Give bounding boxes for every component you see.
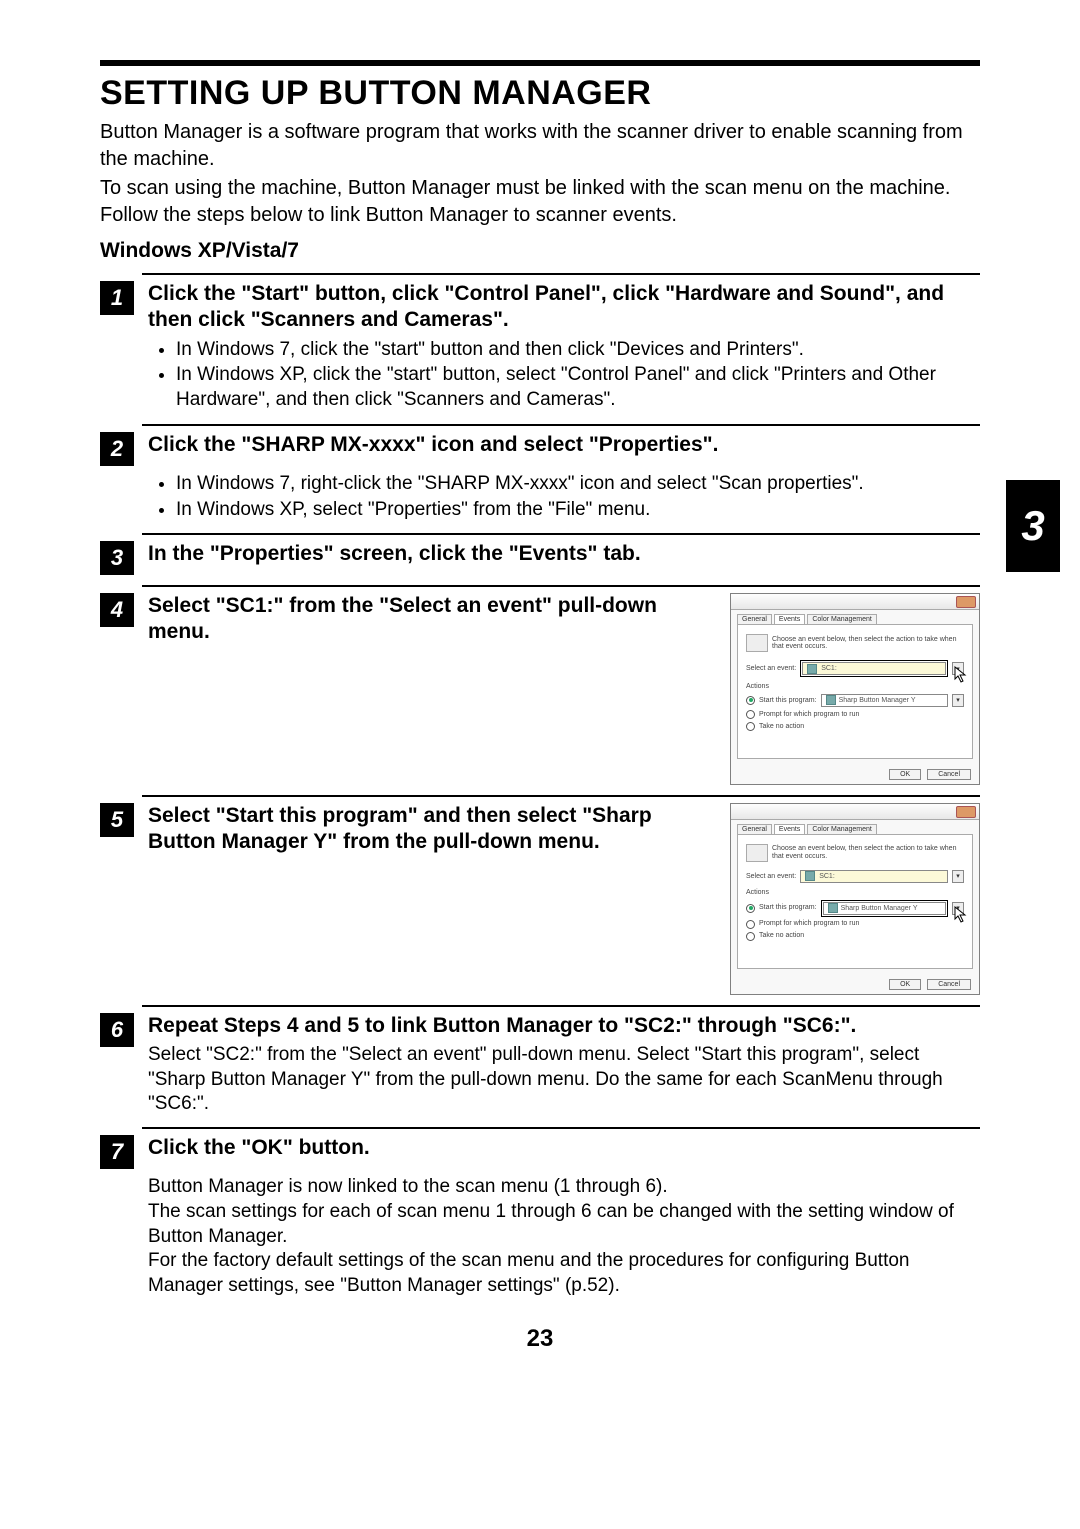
tab-general[interactable]: General <box>737 614 772 624</box>
step-title: Select "SC1:" from the "Select an event"… <box>148 593 714 646</box>
step-sub: Button Manager is now linked to the scan… <box>148 1175 980 1200</box>
step-bullet: In Windows 7, right-click the "SHARP MX-… <box>176 472 980 497</box>
actions-label: Actions <box>746 889 964 897</box>
radio-start-label: Start this program: <box>759 904 817 912</box>
step-sub: The scan settings for each of scan menu … <box>148 1200 980 1249</box>
scanner-icon <box>746 634 768 652</box>
tab-color[interactable]: Color Management <box>807 614 877 624</box>
step-title: Repeat Steps 4 and 5 to link Button Mana… <box>148 1013 980 1039</box>
radio-prompt-label: Prompt for which program to run <box>759 711 859 719</box>
tab-color[interactable]: Color Management <box>807 824 877 834</box>
dialog-hint: Choose an event below, then select the a… <box>772 845 964 860</box>
radio-prompt[interactable] <box>746 710 755 719</box>
close-icon[interactable] <box>956 806 976 818</box>
page-number: 23 <box>100 1325 980 1353</box>
step-6: 6 Repeat Steps 4 and 5 to link Button Ma… <box>100 1005 980 1117</box>
page-title: SETTING UP BUTTON MANAGER <box>100 74 980 113</box>
tab-general[interactable]: General <box>737 824 772 834</box>
radio-prompt-label: Prompt for which program to run <box>759 920 859 928</box>
step-title: Click the "SHARP MX-xxxx" icon and selec… <box>148 432 980 458</box>
chevron-down-icon[interactable]: ▾ <box>952 870 964 883</box>
dialog-hint: Choose an event below, then select the a… <box>772 636 964 651</box>
step-4: 4 Select "SC1:" from the "Select an even… <box>100 585 980 785</box>
step-number: 6 <box>100 1013 134 1047</box>
select-event-dropdown[interactable]: SC1: <box>802 662 946 675</box>
program-dropdown[interactable]: Sharp Button Manager Y <box>823 902 946 915</box>
radio-none[interactable] <box>746 722 755 731</box>
intro-text: Button Manager is a software program tha… <box>100 119 980 229</box>
step-2: 2 Click the "SHARP MX-xxxx" icon and sel… <box>100 424 980 524</box>
step-bullet: In Windows XP, click the "start" button,… <box>176 363 980 412</box>
close-icon[interactable] <box>956 596 976 608</box>
step-1: 1 Click the "Start" button, click "Contr… <box>100 273 980 414</box>
select-event-dropdown[interactable]: SC1: <box>800 870 948 883</box>
radio-none[interactable] <box>746 932 755 941</box>
chevron-down-icon[interactable]: ▾ <box>952 902 964 915</box>
step-3: 3 In the "Properties" screen, click the … <box>100 533 980 575</box>
scanner-icon <box>746 844 768 862</box>
step-bullet: In Windows 7, click the "start" button a… <box>176 338 980 363</box>
tab-events[interactable]: Events <box>774 614 805 624</box>
step-number: 3 <box>100 541 134 575</box>
chevron-down-icon[interactable]: ▾ <box>952 694 964 707</box>
step-number: 5 <box>100 803 134 837</box>
select-event-label: Select an event: <box>746 665 796 673</box>
step-title: Select "Start this program" and then sel… <box>148 803 714 856</box>
event-icon <box>805 871 815 881</box>
radio-start-program[interactable] <box>746 696 755 705</box>
program-dropdown[interactable]: Sharp Button Manager Y <box>821 694 948 707</box>
radio-prompt[interactable] <box>746 920 755 929</box>
select-event-label: Select an event: <box>746 873 796 881</box>
step-7: 7 Click the "OK" button. Button Manager … <box>100 1127 980 1299</box>
step-number: 7 <box>100 1135 134 1169</box>
step-number: 4 <box>100 593 134 627</box>
program-icon <box>826 695 836 705</box>
chapter-tab: 3 <box>1006 480 1060 572</box>
step-sub: Select "SC2:" from the "Select an event"… <box>148 1043 980 1117</box>
step-number: 1 <box>100 281 134 315</box>
step-sub: For the factory default settings of the … <box>148 1249 980 1298</box>
intro-p2: To scan using the machine, Button Manage… <box>100 175 980 229</box>
cancel-button[interactable]: Cancel <box>927 979 971 990</box>
step-number: 2 <box>100 432 134 466</box>
radio-start-label: Start this program: <box>759 697 817 705</box>
os-heading: Windows XP/Vista/7 <box>100 239 980 263</box>
step-5: 5 Select "Start this program" and then s… <box>100 795 980 995</box>
ok-button[interactable]: OK <box>889 769 921 780</box>
step-title: In the "Properties" screen, click the "E… <box>148 541 980 567</box>
radio-none-label: Take no action <box>759 723 804 731</box>
tab-events[interactable]: Events <box>774 824 805 834</box>
step-bullet: In Windows XP, select "Properties" from … <box>176 498 980 523</box>
ok-button[interactable]: OK <box>889 979 921 990</box>
intro-p1: Button Manager is a software program tha… <box>100 119 980 173</box>
cancel-button[interactable]: Cancel <box>927 769 971 780</box>
step-title: Click the "Start" button, click "Control… <box>148 281 980 334</box>
section-rule <box>100 60 980 66</box>
actions-label: Actions <box>746 683 964 691</box>
step-title: Click the "OK" button. <box>148 1135 980 1161</box>
chevron-down-icon[interactable]: ▾ <box>952 662 964 675</box>
radio-start-program[interactable] <box>746 904 755 913</box>
properties-dialog: General Events Color Management Choose a… <box>730 803 980 995</box>
dialog-tabs: General Events Color Management <box>731 610 979 624</box>
event-icon <box>807 664 817 674</box>
properties-dialog: General Events Color Management Choose a… <box>730 593 980 785</box>
radio-none-label: Take no action <box>759 932 804 940</box>
program-icon <box>828 903 838 913</box>
dialog-tabs: General Events Color Management <box>731 820 979 834</box>
